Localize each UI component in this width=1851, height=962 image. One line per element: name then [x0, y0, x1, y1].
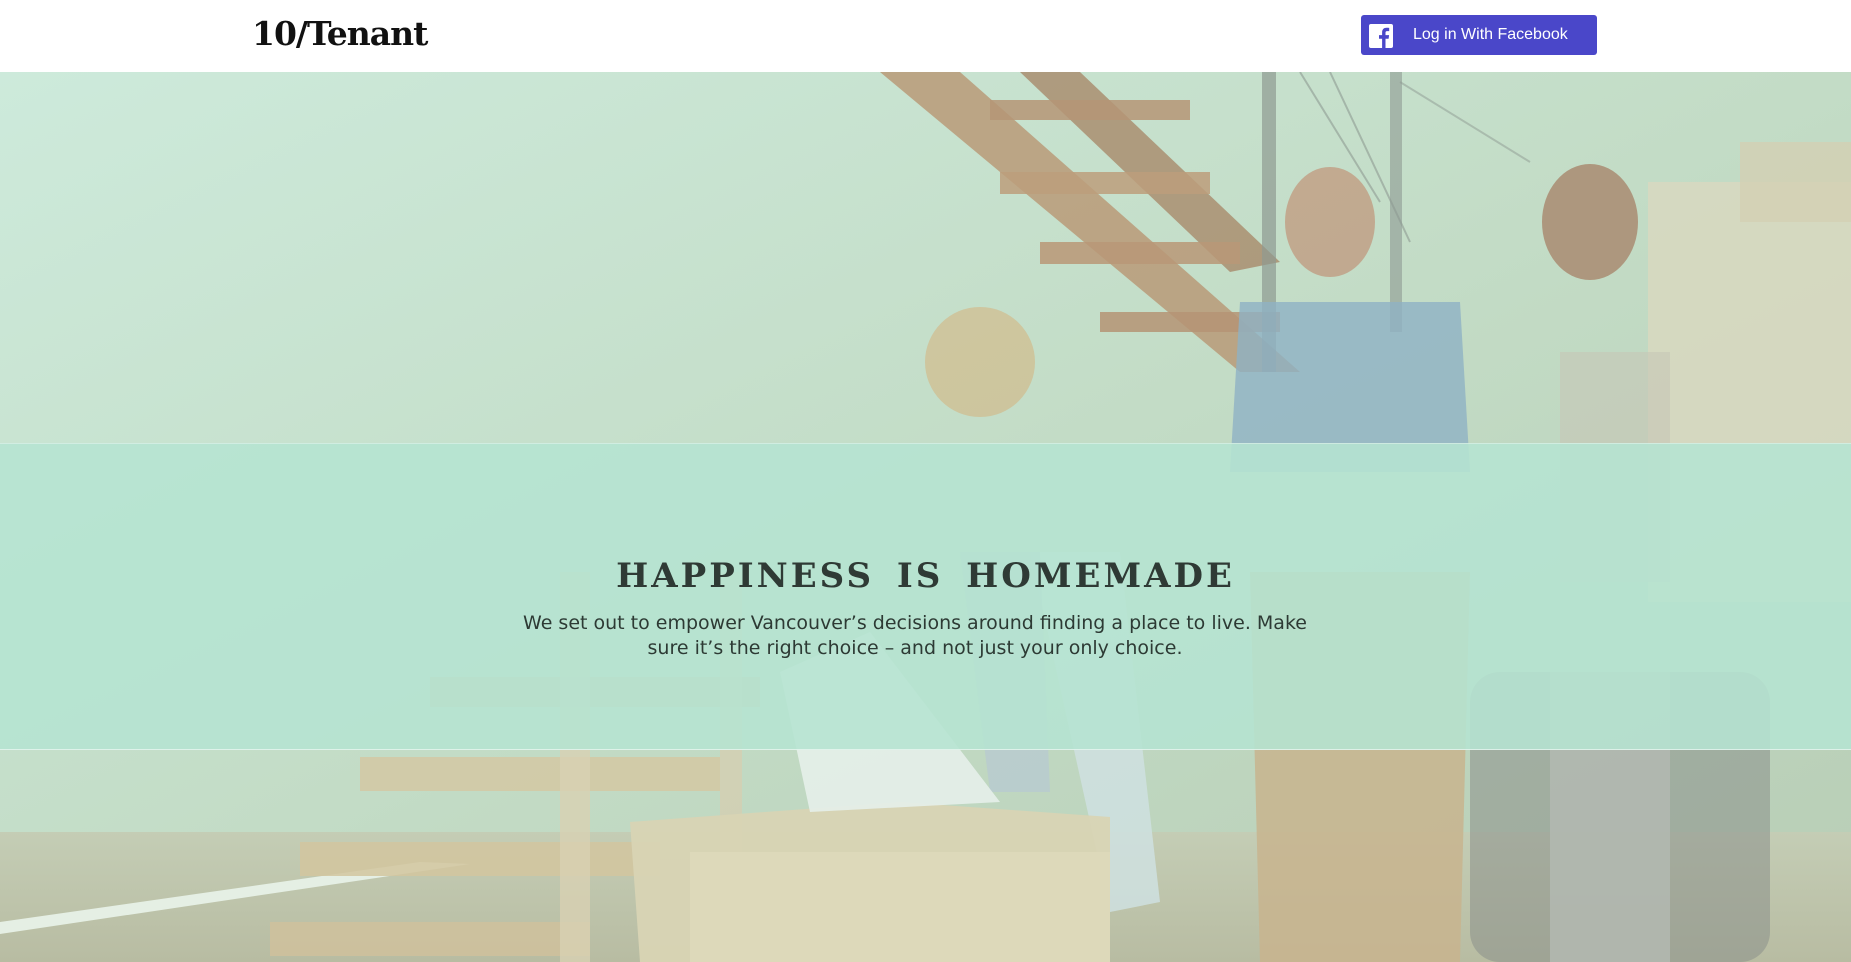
site-logo[interactable]: 10/Tenant	[252, 14, 428, 54]
hero-subtext: We set out to empower Vancouver’s decisi…	[523, 612, 1307, 659]
hero-text-band: HAPPINESS IS HOMEMADE We set out to empo…	[0, 443, 1851, 750]
site-header: 10/Tenant Log in With Facebook	[0, 0, 1851, 72]
facebook-login-label: Log in With Facebook	[1413, 26, 1568, 43]
hero-headline: HAPPINESS IS HOMEMADE	[616, 556, 1235, 596]
facebook-login-button[interactable]: Log in With Facebook	[1361, 15, 1597, 55]
facebook-icon	[1369, 24, 1393, 48]
hero-section: HAPPINESS IS HOMEMADE We set out to empo…	[0, 72, 1851, 962]
